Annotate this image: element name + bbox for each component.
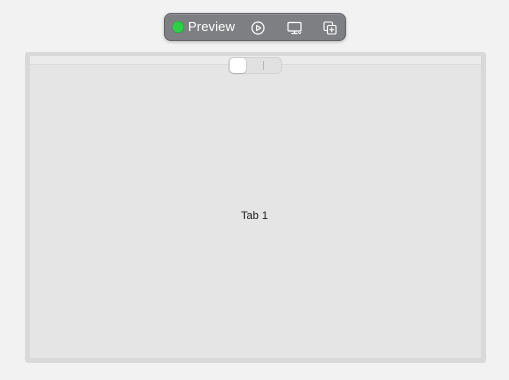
tab-view: [30, 56, 481, 358]
duplicate-button[interactable]: [320, 18, 340, 38]
preview-label: Preview: [188, 19, 235, 34]
status-dot-icon: [172, 21, 184, 33]
play-circle-icon: [251, 21, 265, 35]
play-button[interactable]: [248, 18, 268, 38]
device-settings-button[interactable]: [284, 18, 304, 38]
tab-1-segment[interactable]: [230, 58, 246, 73]
tab-2-segment[interactable]: [249, 58, 281, 73]
preview-canvas: [25, 52, 486, 363]
tab-content-label: Tab 1: [241, 210, 268, 222]
preview-toolbar: Preview: [164, 13, 346, 41]
monitor-icon: [286, 21, 302, 35]
tab-segmented-control: [228, 57, 282, 74]
duplicate-icon: [323, 21, 337, 35]
segment-divider: [263, 61, 264, 70]
